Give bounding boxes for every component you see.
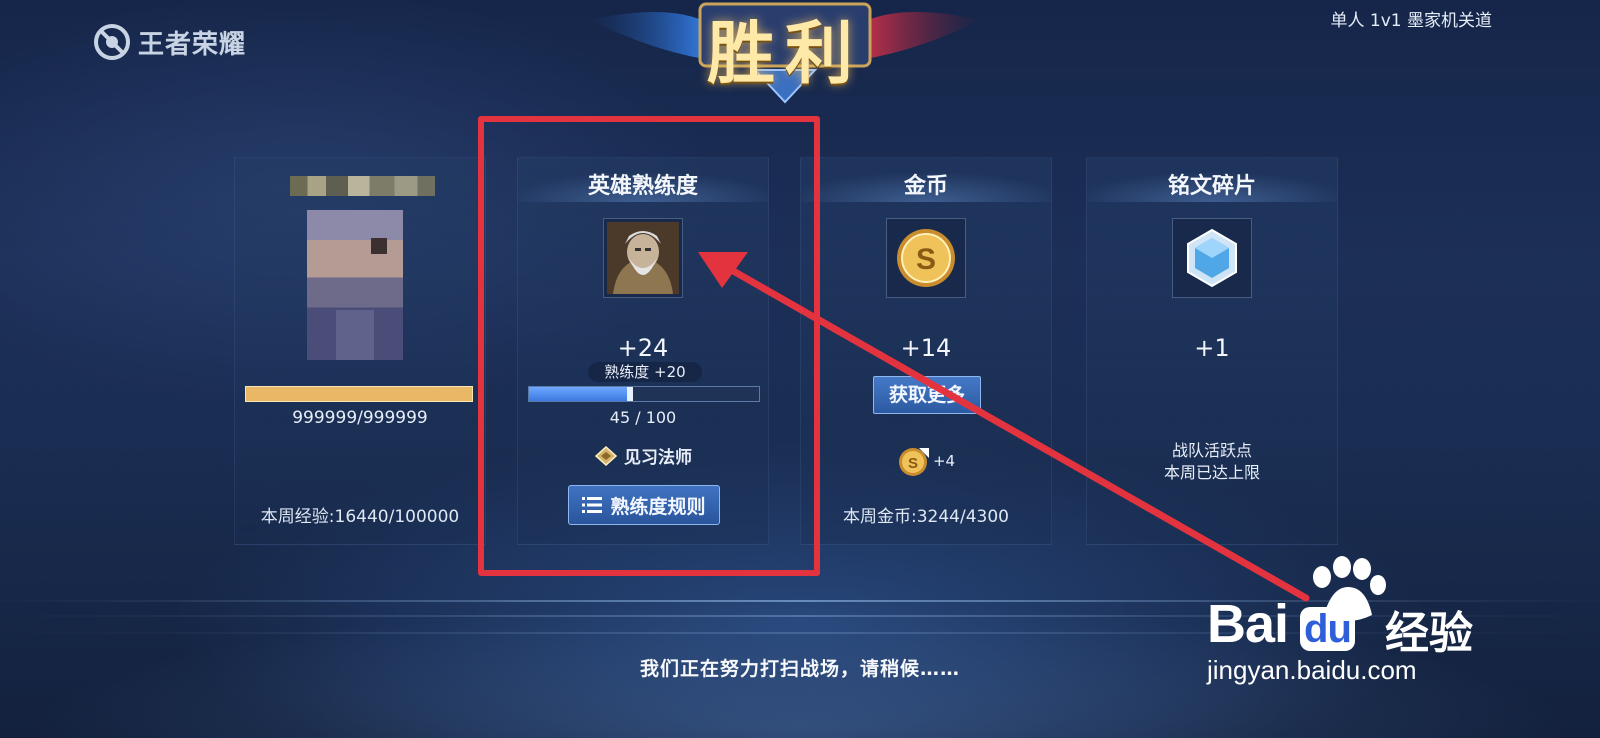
baidu-jingyan-text: 经验	[1385, 608, 1473, 659]
baidu-url: jingyan.baidu.com	[1207, 655, 1417, 685]
baidu-brand-text: Bai du	[1207, 593, 1355, 655]
baidu-brand-du: du	[1300, 607, 1355, 651]
baidu-watermark: Bai du 经验 jingyan.baidu.com	[1207, 555, 1507, 695]
baidu-brand-bai: Bai	[1207, 594, 1289, 654]
